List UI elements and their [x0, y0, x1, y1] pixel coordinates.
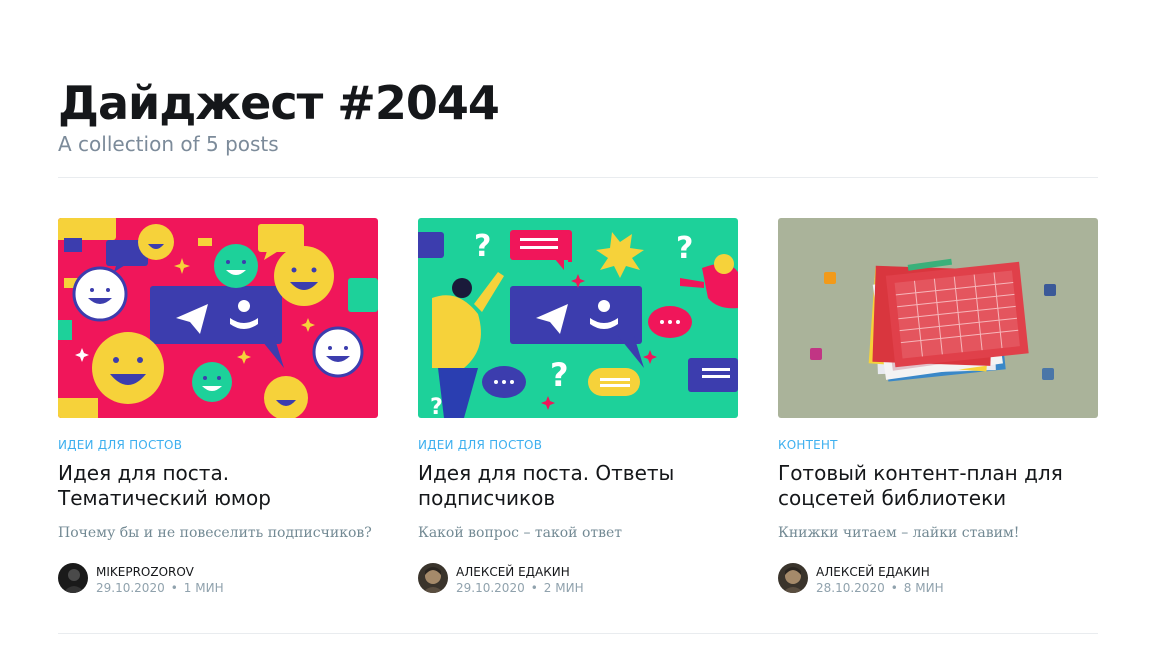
author-avatar[interactable] — [58, 563, 88, 593]
svg-text:?: ? — [430, 395, 443, 418]
telegram-questions-illustration-icon: ? ? ? ? — [418, 218, 738, 418]
page-header: Дайджест #2044 A collection of 5 posts — [58, 74, 1098, 158]
meta-separator: • — [530, 581, 538, 595]
post-tag[interactable]: КОНТЕНТ — [778, 437, 1098, 453]
post-excerpt: Книжки читаем – лайки ставим! — [778, 525, 1020, 541]
author-avatar[interactable] — [418, 563, 448, 593]
header-divider — [58, 177, 1098, 178]
avatar-icon — [58, 563, 88, 593]
author-name[interactable]: MIKEPROZOROV — [96, 564, 194, 580]
reading-time: 1 МИН — [183, 581, 224, 595]
post-date-reading-time: 28.10.2020 • 8 МИН — [816, 580, 944, 596]
post-date: 29.10.2020 — [96, 581, 165, 595]
post-card-image[interactable]: ? ? ? ? — [418, 218, 738, 418]
avatar-icon — [778, 563, 808, 593]
post-excerpt: Почему бы и не повеселить подписчиков? — [58, 525, 372, 541]
content-plan-illustration-icon — [778, 218, 1098, 418]
post-meta: АЛЕКСЕЙ ЕДАКИН 28.10.2020 • 8 МИН — [778, 563, 1098, 595]
post-tag[interactable]: ИДЕИ ДЛЯ ПОСТОВ — [418, 437, 738, 453]
post-title[interactable]: Готовый контент-план для соцсетей библио… — [778, 461, 1098, 513]
post-excerpt: Какой вопрос – такой ответ — [418, 525, 623, 541]
post-title[interactable]: Идея для поста. Тематический юмор — [58, 461, 378, 513]
reading-time: 2 МИН — [543, 581, 584, 595]
post-card-image[interactable] — [58, 218, 378, 418]
avatar-icon — [418, 563, 448, 593]
meta-separator: • — [170, 581, 178, 595]
post-card-image[interactable] — [778, 218, 1098, 418]
author-name[interactable]: АЛЕКСЕЙ ЕДАКИН — [456, 564, 570, 580]
author-name[interactable]: АЛЕКСЕЙ ЕДАКИН — [816, 564, 930, 580]
post-card[interactable]: ИДЕИ ДЛЯ ПОСТОВ Идея для поста. Тематиче… — [58, 218, 378, 595]
post-tag[interactable]: ИДЕИ ДЛЯ ПОСТОВ — [58, 437, 378, 453]
post-date: 28.10.2020 — [816, 581, 885, 595]
post-date-reading-time: 29.10.2020 • 1 МИН — [96, 580, 224, 596]
post-feed: ИДЕИ ДЛЯ ПОСТОВ Идея для поста. Тематиче… — [58, 218, 1098, 598]
telegram-emoji-illustration-icon — [58, 218, 378, 418]
post-title[interactable]: Идея для поста. Ответы подписчиков — [418, 461, 738, 513]
post-meta: MIKEPROZOROV 29.10.2020 • 1 МИН — [58, 563, 378, 595]
meta-separator: • — [890, 581, 898, 595]
post-card[interactable]: КОНТЕНТ Готовый контент-план для соцсете… — [778, 218, 1098, 595]
post-meta: АЛЕКСЕЙ ЕДАКИН 29.10.2020 • 2 МИН — [418, 563, 738, 595]
svg-text:?: ? — [474, 229, 491, 264]
page-title: Дайджест #2044 — [58, 76, 500, 130]
svg-text:?: ? — [676, 231, 693, 266]
svg-text:?: ? — [550, 356, 569, 394]
page-subtitle: A collection of 5 posts — [58, 132, 279, 156]
footer-divider — [58, 633, 1098, 634]
author-avatar[interactable] — [778, 563, 808, 593]
post-date-reading-time: 29.10.2020 • 2 МИН — [456, 580, 584, 596]
reading-time: 8 МИН — [903, 581, 944, 595]
post-date: 29.10.2020 — [456, 581, 525, 595]
post-card[interactable]: ? ? ? ? ИДЕИ ДЛЯ ПОСТОВ Идея для поста. … — [418, 218, 738, 595]
